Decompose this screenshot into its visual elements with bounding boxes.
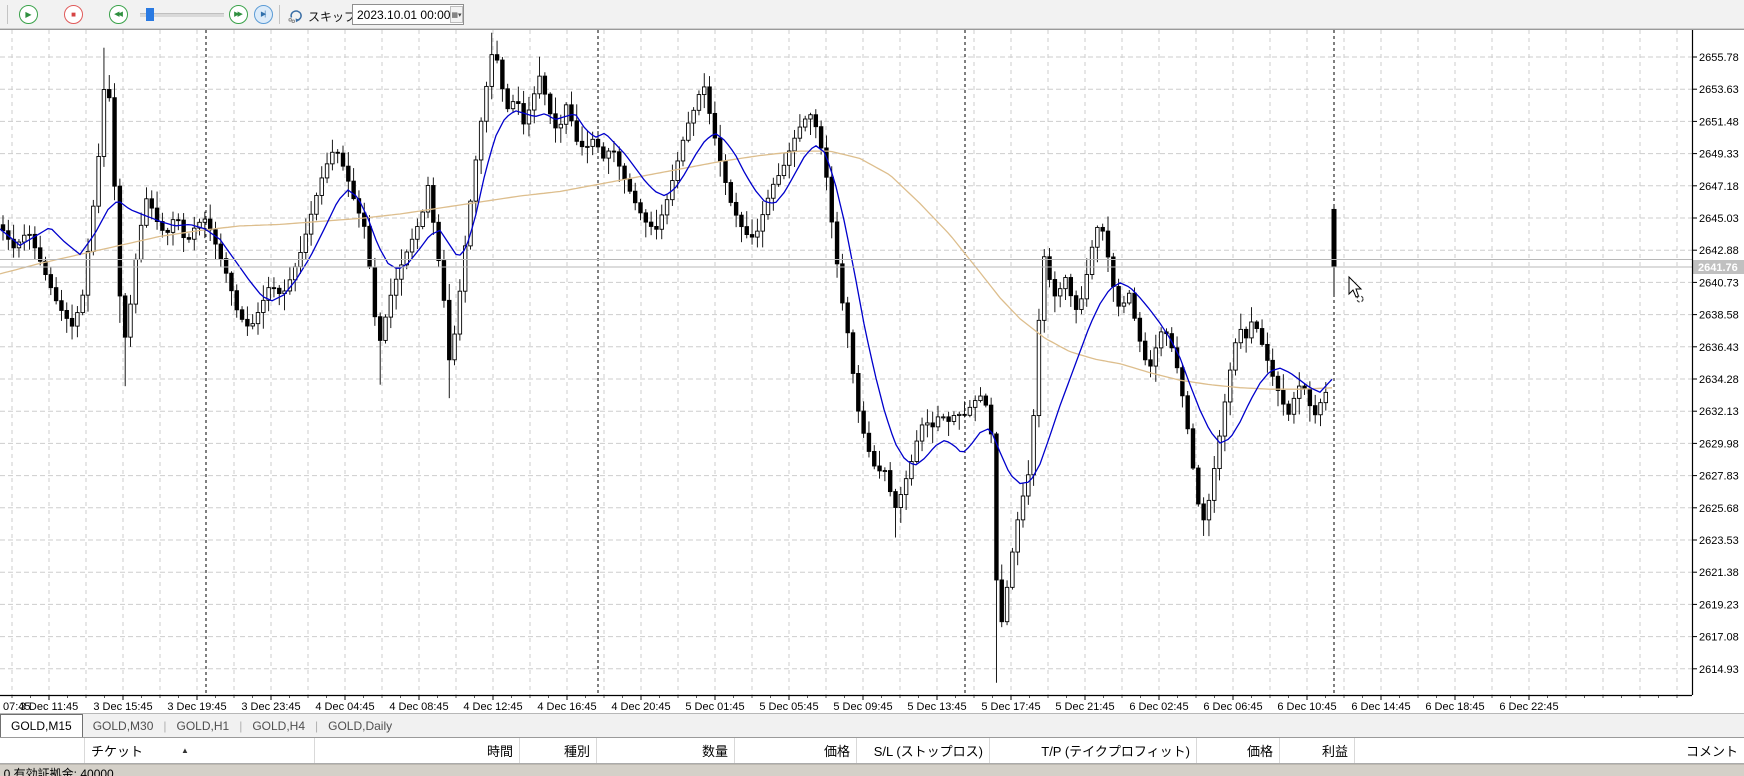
time-axis-label: 5 Dec 01:45 — [685, 701, 744, 713]
stop-icon: ■ — [71, 9, 76, 19]
column-header-コメント[interactable]: コメント — [1355, 738, 1744, 763]
skip-label: スキップ — [308, 10, 357, 24]
tab-gold-daily[interactable]: GOLD,Daily — [318, 714, 402, 737]
tab-gold-h1[interactable]: GOLD,H1 — [167, 714, 240, 737]
column-label: 時間 — [486, 744, 513, 759]
toolbar-separator — [7, 5, 8, 24]
chart-tabs: GOLD,M15 GOLD,M30 | GOLD,H1 | GOLD,H4 | GOLD,Da… — [0, 713, 1744, 737]
time-axis-label: 6 Dec 06:45 — [1203, 701, 1262, 713]
price-axis-label: 2645.03 — [1699, 213, 1739, 225]
play-icon: ▶ — [25, 9, 32, 19]
price-axis-label: 2614.93 — [1699, 664, 1739, 676]
price-axis-label: 2629.98 — [1699, 438, 1739, 450]
skip-loop-icon — [287, 6, 305, 28]
column-label: 利益 — [1321, 744, 1348, 759]
calendar-dropdown-button[interactable]: ▦▾ — [450, 6, 463, 23]
price-axis-label: 2617.08 — [1699, 632, 1739, 644]
price-axis-label: 2640.73 — [1699, 277, 1739, 289]
price-axis-label: 2638.58 — [1699, 310, 1739, 322]
column-header-チケット[interactable]: チケット ▲ — [85, 738, 315, 763]
price-axis-label: 2621.38 — [1699, 567, 1739, 579]
price-axis-label: 2636.43 — [1699, 342, 1739, 354]
rewind-icon: ◀◀ — [114, 11, 123, 18]
tab-gold-h4[interactable]: GOLD,H4 — [242, 714, 315, 737]
price-axis-label: 2625.68 — [1699, 503, 1739, 515]
fast-forward-button[interactable]: ▶▶ — [229, 5, 248, 24]
column-header-時間[interactable]: 時間 — [315, 738, 520, 763]
price-axis-label: 2642.88 — [1699, 245, 1739, 257]
column-header-S/L (ストップロス)[interactable]: S/L (ストップロス) — [857, 738, 990, 763]
column-label: コメント — [1685, 744, 1738, 759]
current-price-label: 2641.76 — [1698, 262, 1738, 274]
status-text: : 0 有効証拠金: 40000 — [0, 767, 114, 776]
stop-button[interactable]: ■ — [64, 5, 83, 24]
price-axis-label: 2649.33 — [1699, 149, 1739, 161]
time-axis-label: 5 Dec 17:45 — [981, 701, 1040, 713]
price-axis-label: 2655.78 — [1699, 52, 1739, 64]
price-axis-label: 2653.63 — [1699, 84, 1739, 96]
skip-to-end-icon: ▶| — [260, 11, 266, 18]
time-axis-label: 6 Dec 10:45 — [1277, 701, 1336, 713]
time-axis-label: 6 Dec 02:45 — [1129, 701, 1188, 713]
column-label: T/P (テイクプロフィット) — [1041, 744, 1190, 759]
column-label: S/L (ストップロス) — [873, 744, 983, 759]
toolbar-separator — [279, 5, 280, 24]
time-axis-label: 6 Dec 22:45 — [1499, 701, 1558, 713]
time-axis-label: 5 Dec 09:45 — [833, 701, 892, 713]
column-label: 種別 — [563, 744, 590, 759]
time-axis-label: 4 Dec 08:45 — [389, 701, 448, 713]
latest-candle — [1331, 208, 1337, 268]
time-axis-label: 6 Dec 18:45 — [1425, 701, 1484, 713]
price-axis-label: 2623.53 — [1699, 535, 1739, 547]
column-header-価格[interactable]: 価格 — [735, 738, 857, 763]
time-axis-label: 6 Dec 14:45 — [1351, 701, 1410, 713]
time-axis-label: 4 Dec 20:45 — [611, 701, 670, 713]
slider-handle[interactable] — [146, 8, 154, 21]
speed-slider[interactable] — [140, 8, 224, 21]
date-value: 2023.10.01 00:00 — [357, 7, 451, 22]
time-axis-label: 5 Dec 21:45 — [1055, 701, 1114, 713]
play-button[interactable]: ▶ — [19, 5, 38, 24]
column-label: 価格 — [823, 744, 850, 759]
tab-gold-m30[interactable]: GOLD,M30 — [83, 714, 164, 737]
time-axis-label: 3 Dec 19:45 — [167, 701, 226, 713]
candlestick-chart[interactable]: 2655.78 2653.63 2651.48 2649.33 2647.18 2645.… — [0, 29, 1744, 713]
fast-forward-icon: ▶▶ — [234, 11, 243, 18]
price-axis-label: 2627.83 — [1699, 471, 1739, 483]
time-axis-label: 5 Dec 13:45 — [907, 701, 966, 713]
time-axis-label: 4 Dec 12:45 — [463, 701, 522, 713]
column-header-empty[interactable] — [0, 738, 85, 763]
time-axis-label: 5 Dec 05:45 — [759, 701, 818, 713]
sort-asc-icon: ▲ — [181, 746, 189, 755]
time-axis-label: 3 Dec 11:45 — [20, 701, 79, 713]
status-bar: : 0 有効証拠金: 40000 — [0, 764, 1744, 776]
price-axis-label: 2647.18 — [1699, 181, 1739, 193]
tab-gold-m15[interactable]: GOLD,M15 — [0, 714, 83, 737]
column-header-T/P (テイクプロフィット)[interactable]: T/P (テイクプロフィット) — [990, 738, 1197, 763]
date-input[interactable]: 2023.10.01 00:00 ▦▾ — [352, 4, 464, 25]
time-axis-label: 3 Dec 15:45 — [93, 701, 152, 713]
column-header-価格[interactable]: 価格 — [1197, 738, 1280, 763]
rewind-button[interactable]: ◀◀ — [109, 5, 128, 24]
column-label: 数量 — [701, 744, 728, 759]
column-label: チケット — [91, 744, 144, 759]
trade-table-header: チケット ▲ 時間 種別 数量 価格 S/L (ストップロス) T/P (テイクプロフィット)… — [0, 737, 1744, 764]
price-axis-label: 2619.23 — [1699, 599, 1739, 611]
column-header-種別[interactable]: 種別 — [520, 738, 597, 763]
price-axis-label: 2632.13 — [1699, 406, 1739, 418]
strategy-tester-window: ▶ ■ ◀◀ ▶▶ ▶| スキップ 2023.10.01 00:00 ▦▾ 26… — [0, 0, 1744, 776]
column-header-数量[interactable]: 数量 — [597, 738, 735, 763]
skip-to-end-button[interactable]: ▶| — [254, 5, 273, 24]
time-axis-label: 4 Dec 16:45 — [537, 701, 596, 713]
time-axis-label: 3 Dec 23:45 — [241, 701, 300, 713]
time-axis-label: 4 Dec 04:45 — [315, 701, 374, 713]
column-header-利益[interactable]: 利益 — [1280, 738, 1355, 763]
price-chart[interactable]: 2655.78 2653.63 2651.48 2649.33 2647.18 2645.… — [0, 29, 1744, 713]
price-axis-label: 2634.28 — [1699, 374, 1739, 386]
tester-toolbar: ▶ ■ ◀◀ ▶▶ ▶| スキップ 2023.10.01 00:00 ▦▾ — [0, 0, 1744, 29]
column-label: 価格 — [1246, 744, 1273, 759]
price-axis-label: 2651.48 — [1699, 116, 1739, 128]
